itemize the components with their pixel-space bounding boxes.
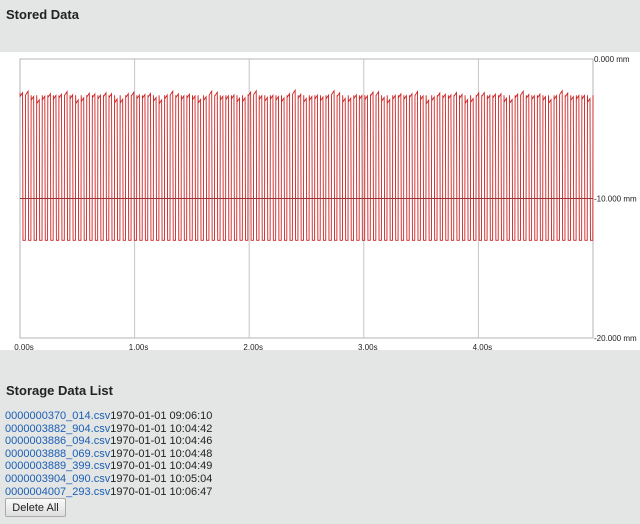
file-link[interactable]: 0000003886_094.csv xyxy=(5,435,110,447)
file-date: 1970-01-01 10:04:42 xyxy=(110,422,213,435)
x-tick-label: 3.00s xyxy=(358,343,378,350)
file-date: 1970-01-01 10:05:04 xyxy=(110,472,213,485)
file-date: 1970-01-01 09:06:10 xyxy=(110,410,213,422)
file-link[interactable]: 0000003904_090.csv xyxy=(5,473,110,485)
file-link[interactable]: 0000003889_399.csv xyxy=(5,460,110,472)
stored-data-title: Stored Data xyxy=(6,7,79,22)
x-tick-label: 1.00s xyxy=(129,343,149,350)
x-tick-label: 2.00s xyxy=(243,343,263,350)
delete-all-button[interactable]: Delete All xyxy=(5,498,66,517)
list-item: 0000003889_399.csv1970-01-01 10:04:49 xyxy=(5,460,212,473)
series-line xyxy=(19,88,594,241)
list-item: 0000003886_094.csv1970-01-01 10:04:46 xyxy=(5,435,212,448)
file-link[interactable]: 0000004007_293.csv xyxy=(5,486,110,498)
stored-data-chart: 0.00s 1.00s 2.00s 3.00s 4.00s 0.000 mm -10.000… xyxy=(0,52,640,350)
x-tick-label: 4.00s xyxy=(473,343,493,350)
chart-svg: 0.00s 1.00s 2.00s 3.00s 4.00s 0.000 mm -10.000… xyxy=(14,55,637,350)
storage-file-list: 0000000370_014.csv1970-01-01 09:06:10 00… xyxy=(5,410,212,498)
y-tick-label: -10.000 mm xyxy=(594,195,637,204)
file-date: 1970-01-01 10:04:48 xyxy=(110,447,213,460)
y-tick-label: 0.000 mm xyxy=(594,55,630,64)
file-date: 1970-01-01 10:06:47 xyxy=(110,485,213,498)
list-item: 0000003904_090.csv1970-01-01 10:05:04 xyxy=(5,473,212,486)
list-item: 0000003882_904.csv1970-01-01 10:04:42 xyxy=(5,423,212,436)
file-link[interactable]: 0000003888_069.csv xyxy=(5,448,110,460)
file-date: 1970-01-01 10:04:49 xyxy=(110,460,213,473)
list-item: 0000004007_293.csv1970-01-01 10:06:47 xyxy=(5,486,212,499)
y-tick-label: -20.000 mm xyxy=(594,334,637,343)
file-link[interactable]: 0000000370_014.csv xyxy=(5,410,110,422)
list-item: 0000000370_014.csv1970-01-01 09:06:10 xyxy=(5,410,212,423)
x-tick-label: 0.00s xyxy=(14,343,34,350)
storage-data-list-title: Storage Data List xyxy=(6,383,113,398)
list-item: 0000003888_069.csv1970-01-01 10:04:48 xyxy=(5,448,212,461)
file-date: 1970-01-01 10:04:46 xyxy=(110,435,213,448)
file-link[interactable]: 0000003882_904.csv xyxy=(5,423,110,435)
